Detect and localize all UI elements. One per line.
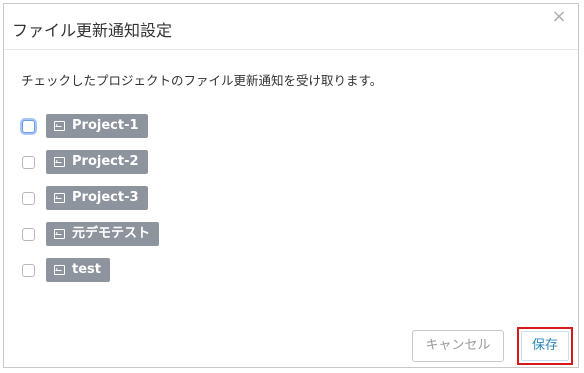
project-checkbox[interactable]	[22, 192, 35, 205]
project-tag: 元デモテスト	[46, 222, 160, 246]
project-label: Project-3	[72, 190, 139, 205]
project-icon	[54, 157, 65, 167]
project-checkbox[interactable]	[22, 156, 35, 169]
project-tag: Project-2	[46, 150, 148, 174]
cancel-button[interactable]: キャンセル	[412, 330, 504, 362]
project-checkbox[interactable]	[22, 264, 35, 277]
dialog-title: ファイル更新通知設定	[12, 21, 173, 40]
project-tag: Project-1	[46, 114, 148, 138]
notification-settings-dialog: ファイル更新通知設定 × チェックしたプロジェクトのファイル更新通知を受け取りま…	[3, 3, 579, 368]
project-icon	[54, 265, 65, 275]
project-checkbox[interactable]	[22, 228, 35, 241]
dialog-header: ファイル更新通知設定 ×	[4, 4, 578, 50]
save-button[interactable]: 保存	[517, 327, 573, 365]
project-label: Project-2	[72, 154, 139, 169]
project-label: test	[72, 262, 101, 277]
project-label: 元デモテスト	[72, 226, 151, 241]
close-icon[interactable]: ×	[550, 8, 568, 26]
project-icon	[54, 229, 65, 239]
project-icon	[54, 193, 65, 203]
project-label: Project-1	[72, 118, 139, 133]
dialog-description: チェックしたプロジェクトのファイル更新通知を受け取ります。	[21, 73, 383, 88]
project-tag: Project-3	[46, 186, 148, 210]
project-tag: test	[46, 258, 110, 282]
project-checkbox[interactable]	[22, 120, 35, 133]
project-icon	[54, 121, 65, 131]
save-button-label: 保存	[521, 331, 569, 361]
